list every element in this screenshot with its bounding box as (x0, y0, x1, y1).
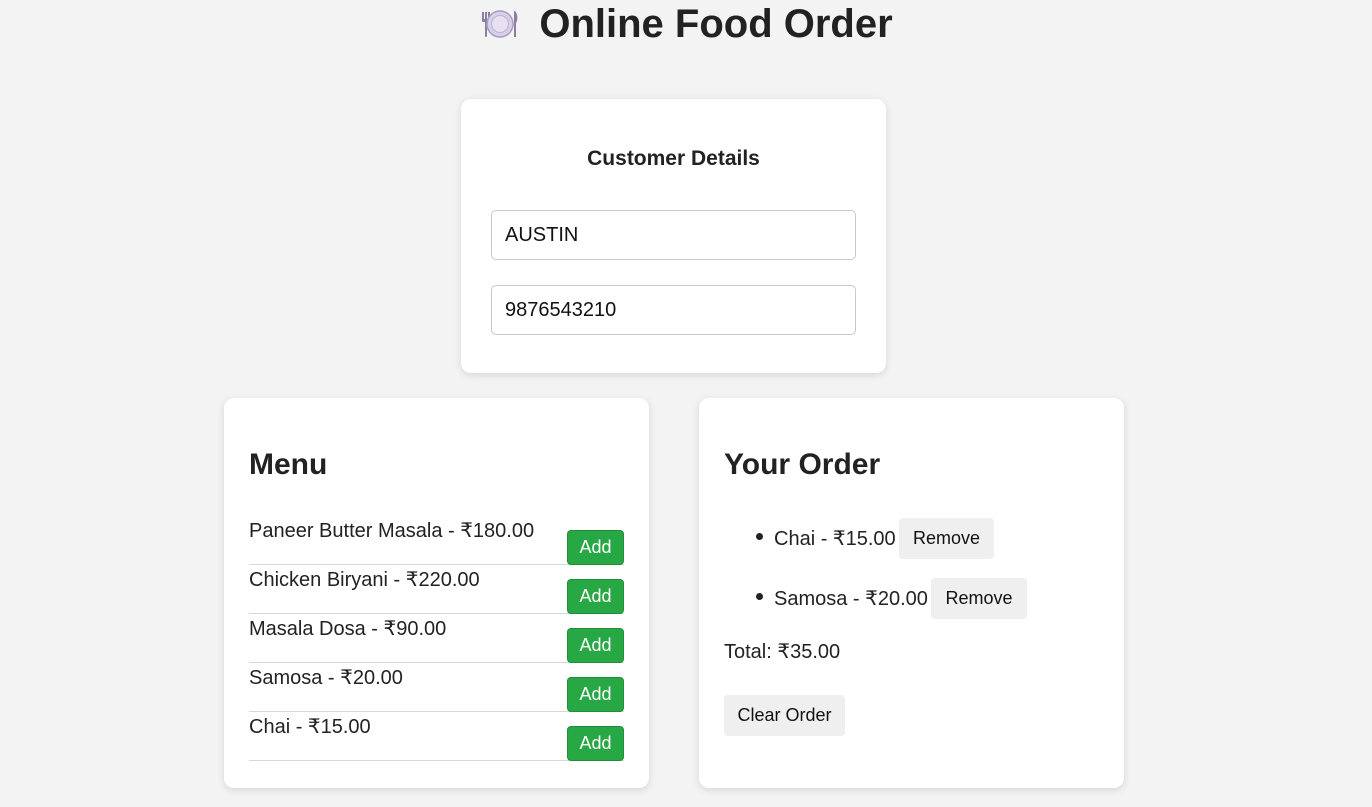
order-item-label: Samosa - ₹20.00 (774, 588, 928, 610)
order-total: Total: ₹35.00 (724, 641, 841, 663)
remove-button[interactable]: Remove (931, 578, 1027, 619)
add-button[interactable]: Add (567, 726, 624, 761)
customer-name-input[interactable] (491, 210, 856, 260)
page-header: Online Food Order (0, 0, 1372, 48)
order-heading: Your Order (724, 448, 881, 481)
customer-details-heading: Customer Details (587, 147, 760, 170)
menu-item-label: Chicken Biryani - ₹220.00 (249, 569, 480, 591)
add-button[interactable]: Add (567, 579, 624, 614)
menu-item-label: Masala Dosa - ₹90.00 (249, 618, 447, 640)
menu-item: Chicken Biryani - ₹220.00 Add (249, 565, 624, 614)
menu-item: Paneer Butter Masala - ₹180.00 Add (249, 516, 624, 565)
menu-item-label: Chai - ₹15.00 (249, 716, 371, 738)
add-button[interactable]: Add (567, 628, 624, 663)
menu-item: Masala Dosa - ₹90.00 Add (249, 614, 624, 663)
bullet-icon (756, 593, 763, 600)
menu-item: Chai - ₹15.00 Add (249, 712, 624, 761)
menu-item-label: Paneer Butter Masala - ₹180.00 (249, 520, 535, 542)
bullet-icon (756, 533, 763, 540)
clear-order-button[interactable]: Clear Order (724, 695, 845, 736)
menu-item-label: Samosa - ₹20.00 (249, 667, 403, 689)
customer-details-card: Customer Details (461, 99, 886, 373)
order-item-label: Chai - ₹15.00 (774, 528, 896, 550)
remove-button[interactable]: Remove (899, 518, 994, 559)
menu-heading: Menu (249, 448, 328, 481)
plate-cutlery-icon (482, 10, 518, 38)
menu-card: Menu Paneer Butter Masala - ₹180.00 Add … (224, 398, 649, 788)
order-card: Your Order Chai - ₹15.00 Remove Samosa -… (699, 398, 1124, 788)
add-button[interactable]: Add (567, 677, 624, 712)
menu-item: Samosa - ₹20.00 Add (249, 663, 624, 712)
page-title: Online Food Order (539, 1, 893, 46)
customer-phone-input[interactable] (491, 285, 856, 335)
menu-list: Paneer Butter Masala - ₹180.00 Add Chick… (249, 516, 624, 761)
add-button[interactable]: Add (567, 530, 624, 565)
